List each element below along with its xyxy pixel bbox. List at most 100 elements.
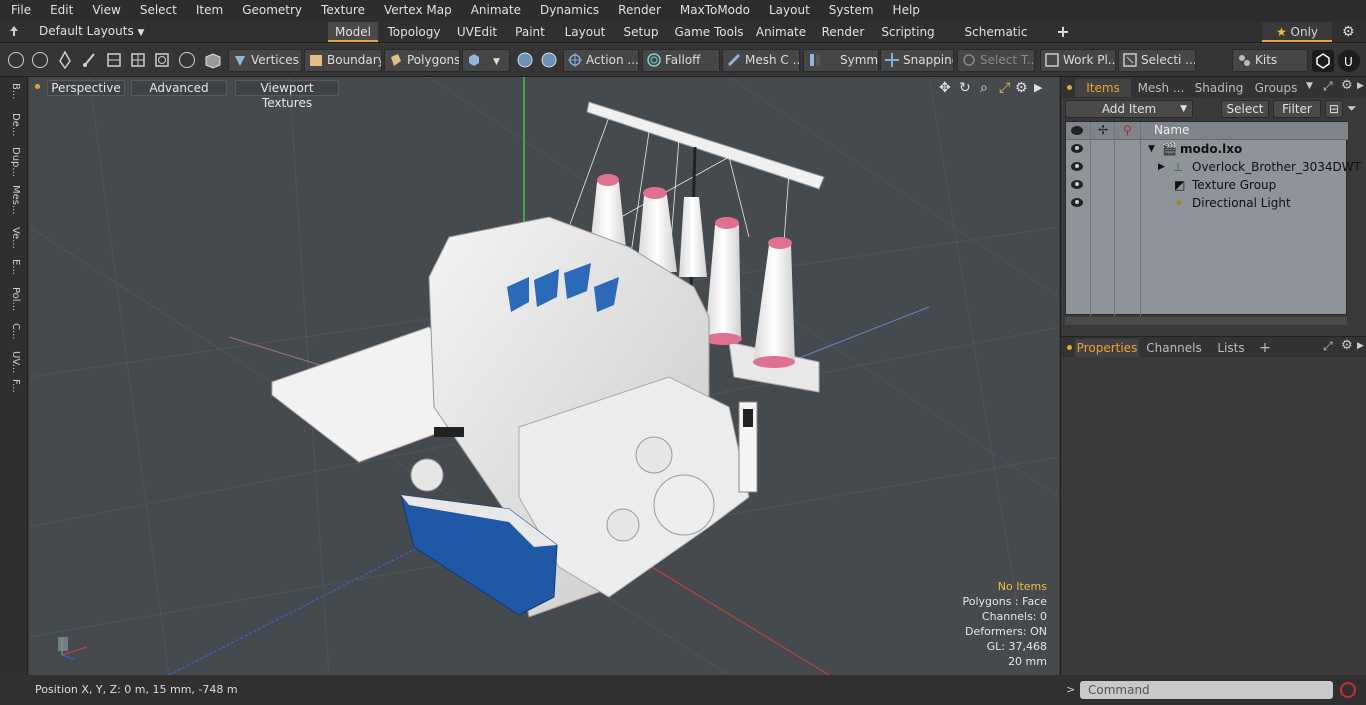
filter-button[interactable]: Filter bbox=[1273, 100, 1321, 118]
command-input[interactable]: Command bbox=[1080, 681, 1333, 699]
expand-arrow-icon[interactable]: ▼ bbox=[1148, 140, 1155, 158]
pen-icon[interactable] bbox=[57, 50, 73, 70]
sewing-machine-model[interactable] bbox=[271, 101, 825, 618]
layout-arrow-icon[interactable] bbox=[9, 25, 19, 37]
move-view-icon[interactable]: ✥ bbox=[939, 80, 951, 96]
view-mode-button[interactable]: Perspective bbox=[47, 80, 125, 96]
tab-game-tools[interactable]: Game Tools bbox=[672, 22, 746, 42]
select-circle-icon[interactable] bbox=[8, 52, 24, 68]
add-properties-tab-button[interactable]: + bbox=[1257, 339, 1273, 357]
grid-select-icon[interactable] bbox=[130, 51, 146, 69]
tab-shading[interactable]: Shading bbox=[1191, 79, 1247, 97]
menu-maxtomodo[interactable]: MaxToModo bbox=[669, 0, 758, 21]
material-mode-button[interactable]: ▼ bbox=[462, 49, 510, 72]
item-row-scene[interactable]: ▼ 🎬 modo.lxo bbox=[1066, 140, 1348, 158]
kits-button[interactable]: Kits bbox=[1232, 49, 1308, 72]
funnel-icon[interactable]: ⏷ bbox=[1347, 101, 1357, 116]
tab-mesh-ops[interactable]: Mesh ... bbox=[1133, 79, 1189, 97]
panel-settings-icon[interactable]: ⚙ bbox=[1341, 338, 1353, 353]
select-through-button[interactable]: Select T... bbox=[957, 49, 1035, 72]
menu-texture[interactable]: Texture bbox=[310, 0, 373, 21]
panel-menu-arrow-icon[interactable]: ▶ bbox=[1357, 81, 1364, 91]
menu-system[interactable]: System bbox=[818, 0, 882, 21]
advanced-button[interactable]: Advanced bbox=[131, 80, 227, 96]
select-button[interactable]: Select bbox=[1221, 100, 1269, 118]
eye-icon[interactable] bbox=[1071, 162, 1083, 171]
viewport-scene[interactable] bbox=[29, 77, 1059, 675]
strip-tab-fusion[interactable]: F... bbox=[5, 379, 21, 393]
menu-help[interactable]: Help bbox=[882, 0, 928, 21]
action-center-button[interactable]: Action ... bbox=[563, 49, 639, 72]
falloff-button[interactable]: Falloff bbox=[642, 49, 720, 72]
strip-tab-vertex[interactable]: Ve... bbox=[5, 227, 21, 249]
menu-geometry[interactable]: Geometry bbox=[231, 0, 310, 21]
menu-dynamics[interactable]: Dynamics bbox=[529, 0, 607, 21]
item-row-texture-group[interactable]: ◩ Texture Group bbox=[1066, 176, 1348, 194]
symmetry-z-icon[interactable] bbox=[540, 51, 558, 69]
loop-icon[interactable] bbox=[106, 51, 122, 69]
eye-icon[interactable] bbox=[1071, 144, 1083, 153]
symmetry-x-icon[interactable] bbox=[516, 51, 534, 69]
maximize-view-icon[interactable]: ⤢ bbox=[999, 80, 1010, 96]
zoom-view-icon[interactable]: ⌕ bbox=[980, 80, 988, 96]
layout-dropdown[interactable]: Default Layouts ▼ bbox=[39, 24, 144, 38]
tab-render[interactable]: Render bbox=[816, 22, 870, 42]
unreal-icon[interactable]: U bbox=[1338, 50, 1360, 72]
menu-animate[interactable]: Animate bbox=[460, 0, 529, 21]
expand-panel-icon[interactable]: ⤢ bbox=[1323, 79, 1333, 94]
tab-scripting[interactable]: Scripting bbox=[878, 22, 938, 42]
tab-properties[interactable]: Properties bbox=[1075, 339, 1139, 357]
tab-topology[interactable]: Topology bbox=[384, 22, 444, 42]
strip-tab-mesh-edit[interactable]: Mes... bbox=[5, 185, 21, 215]
tab-paint[interactable]: Paint bbox=[508, 22, 552, 42]
panel-settings-icon[interactable]: ⚙ bbox=[1341, 78, 1353, 93]
tab-layout[interactable]: Layout bbox=[558, 22, 612, 42]
menu-vertex-map[interactable]: Vertex Map bbox=[373, 0, 460, 21]
symmetry-button[interactable]: Symm ... bbox=[803, 49, 879, 72]
tab-model[interactable]: Model bbox=[328, 22, 378, 42]
strip-tab-curve[interactable]: C... bbox=[5, 323, 21, 340]
name-column-header[interactable]: Name bbox=[1154, 123, 1189, 137]
tab-channels[interactable]: Channels bbox=[1143, 339, 1205, 357]
strip-tab-edge[interactable]: E... bbox=[5, 259, 21, 275]
menu-render[interactable]: Render bbox=[607, 0, 669, 21]
expand-arrow-icon[interactable]: ▶ bbox=[1158, 158, 1165, 176]
menu-layout[interactable]: Layout bbox=[758, 0, 818, 21]
tab-groups[interactable]: Groups bbox=[1249, 79, 1303, 97]
tab-uvedit[interactable]: UVEdit bbox=[452, 22, 502, 42]
record-macro-icon[interactable] bbox=[1340, 682, 1356, 698]
3d-viewport[interactable]: Perspective Advanced Viewport Textures ✥… bbox=[29, 77, 1059, 675]
rotate-view-icon[interactable]: ↻ bbox=[959, 80, 971, 96]
paint-select-icon[interactable] bbox=[179, 52, 195, 68]
strip-tab-polygon[interactable]: Pol... bbox=[5, 287, 21, 311]
menu-edit[interactable]: Edit bbox=[39, 0, 81, 21]
viewport-textures-button[interactable]: Viewport Textures bbox=[235, 80, 339, 110]
tab-items[interactable]: Items bbox=[1075, 79, 1131, 97]
collapse-icon[interactable]: ⊟ bbox=[1325, 100, 1343, 118]
strip-tab-uv[interactable]: UV... bbox=[5, 351, 21, 373]
lasso-icon[interactable] bbox=[154, 51, 170, 69]
item-list-scrollbar[interactable] bbox=[1065, 317, 1347, 325]
visibility-column-icon[interactable] bbox=[1071, 126, 1083, 135]
snapping-button[interactable]: Snapping bbox=[880, 49, 954, 72]
tab-schematic-fusion[interactable]: Schematic Fusion bbox=[946, 22, 1046, 59]
eye-icon[interactable] bbox=[1071, 198, 1083, 207]
vertices-button[interactable]: Vertices bbox=[228, 49, 302, 72]
viewport-settings-icon[interactable]: ⚙ bbox=[1015, 80, 1028, 96]
brush-icon[interactable] bbox=[81, 51, 97, 69]
strip-tab-duplicate[interactable]: Dup... bbox=[5, 147, 21, 177]
item-list[interactable]: ✢ ⚲ Name ▼ 🎬 modo.lxo ▶ ⟂ Overlock_Broth… bbox=[1065, 121, 1361, 316]
work-plane-button[interactable]: Work Pl... bbox=[1040, 49, 1116, 72]
gear-icon[interactable]: ⚙ bbox=[1342, 24, 1355, 40]
unity-icon[interactable] bbox=[1312, 50, 1334, 72]
tab-lists[interactable]: Lists bbox=[1211, 339, 1251, 357]
polygons-button[interactable]: Polygons bbox=[384, 49, 460, 72]
selection-sets-button[interactable]: Selecti ... bbox=[1118, 49, 1196, 72]
strip-tab-deform[interactable]: De... bbox=[5, 113, 21, 136]
render-column-icon[interactable]: ⚲ bbox=[1123, 123, 1132, 137]
add-tab-button[interactable]: + bbox=[1052, 22, 1074, 42]
menu-file[interactable]: File bbox=[0, 0, 39, 21]
only-toggle[interactable]: ★ Only bbox=[1262, 22, 1332, 42]
expand-panel-icon[interactable]: ⤢ bbox=[1323, 339, 1333, 354]
tab-animate[interactable]: Animate bbox=[754, 22, 808, 42]
